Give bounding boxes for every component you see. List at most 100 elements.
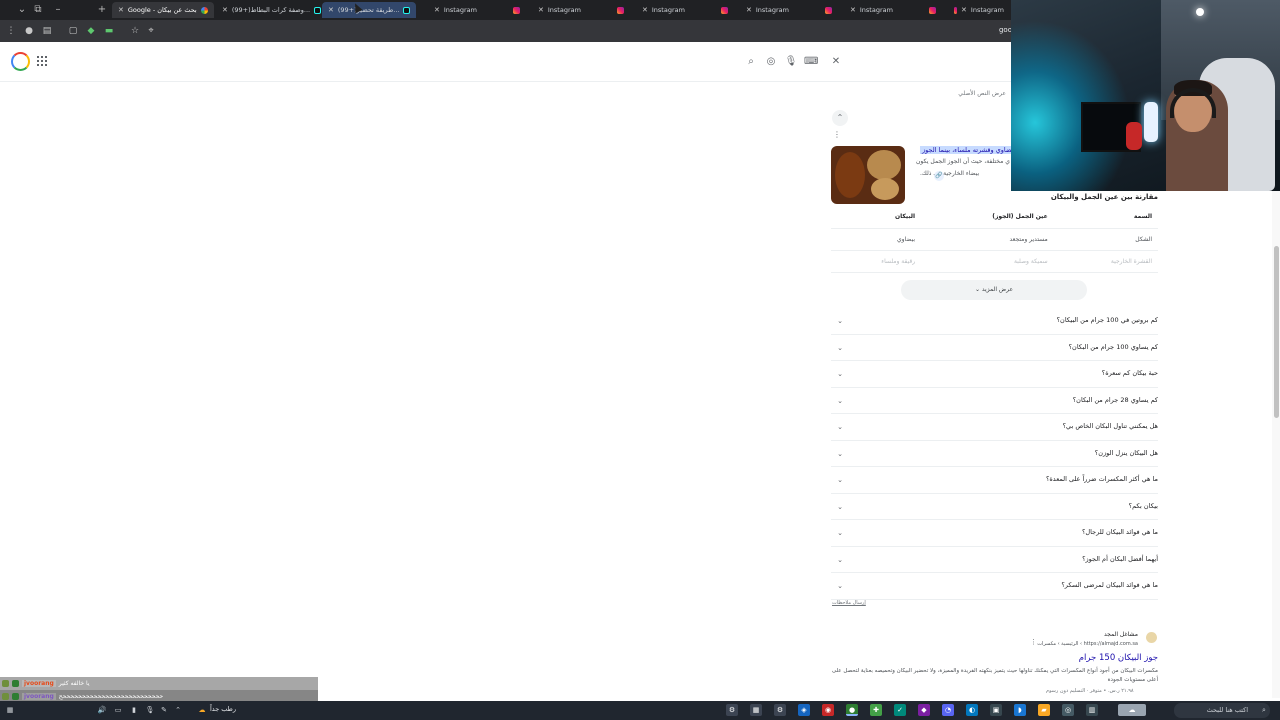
- tab-instagram[interactable]: ✕ Instagram: [740, 2, 838, 18]
- tab-tiktok-1[interactable]: ✕ (99+)وصفة كرات البطاط...: [216, 2, 327, 18]
- close-icon[interactable]: ✕: [118, 6, 124, 14]
- google-apps-icon[interactable]: [37, 56, 47, 66]
- widgets-icon[interactable]: ☁: [1118, 704, 1146, 716]
- app-icon[interactable]: ◆: [918, 704, 930, 716]
- paa-question[interactable]: ما هي فوائد البيكان لمرضى السكر؟ ⌄: [831, 573, 1158, 600]
- show-more-button[interactable]: عرض المزيد ⌄: [901, 280, 1087, 300]
- close-icon[interactable]: ✕: [222, 6, 228, 14]
- app-icon[interactable]: ◉: [822, 704, 834, 716]
- search-icon[interactable]: ⌕: [1258, 704, 1270, 716]
- paa-question[interactable]: هل البيكان ينزل الوزن؟ ⌄: [831, 441, 1158, 467]
- chevron-down-icon[interactable]: ⌄: [833, 420, 847, 434]
- tab-instagram[interactable]: ✕ Instagram: [428, 2, 526, 18]
- close-icon[interactable]: ✕: [434, 6, 440, 14]
- paa-question[interactable]: حبة بيكان كم سعرة؟ ⌄: [831, 361, 1158, 388]
- feedback-link[interactable]: إرسال ملاحظات: [832, 600, 866, 606]
- taskbar-search-box[interactable]: اكتب هنا للبحث: [1174, 703, 1270, 718]
- weather-icon[interactable]: ☁: [196, 704, 208, 716]
- shield-icon[interactable]: ◆: [84, 24, 98, 38]
- close-icon[interactable]: ✕: [642, 6, 648, 14]
- close-icon[interactable]: ✕: [850, 6, 856, 14]
- pen-icon[interactable]: ✎: [158, 704, 170, 716]
- app-icon[interactable]: ▣: [990, 704, 1002, 716]
- app-icon[interactable]: ✓: [894, 704, 906, 716]
- extension-icon[interactable]: ▤: [40, 24, 54, 38]
- paa-question[interactable]: كم بروتين في 100 جرام من البيكان؟ ⌄: [831, 308, 1158, 335]
- scrollbar-thumb[interactable]: [1274, 246, 1279, 418]
- chevron-down-icon[interactable]: ⌄: [833, 473, 847, 487]
- location-pin-icon[interactable]: ⌖: [144, 24, 158, 38]
- keyboard-icon[interactable]: ⌨: [804, 55, 818, 69]
- more-options-icon[interactable]: ⋮: [833, 130, 841, 139]
- search-icon[interactable]: ⌕: [744, 55, 758, 69]
- show-original-text-link[interactable]: عرض النص الأصلي: [958, 90, 1006, 97]
- paa-question[interactable]: ما هي فوائد البيكان للرجال؟ ⌄: [831, 520, 1158, 547]
- speaker-icon[interactable]: 🔊: [96, 704, 108, 716]
- result-site-name[interactable]: مشاغل المجد: [1104, 631, 1138, 638]
- walnut-shape: [867, 150, 901, 180]
- paa-question[interactable]: أيهما أفضل البكان أم الجوز؟ ⌄: [831, 547, 1158, 573]
- tab-search-icon[interactable]: ⌄: [14, 2, 30, 18]
- chevron-up-icon[interactable]: ⌃: [172, 704, 184, 716]
- close-icon[interactable]: ✕: [961, 6, 967, 14]
- paa-question[interactable]: كم يساوي 28 جرام من البكان؟ ⌄: [831, 388, 1158, 414]
- chevron-down-icon[interactable]: ⌄: [833, 579, 847, 593]
- weather-text[interactable]: رطب جداً: [210, 705, 236, 713]
- clear-search-icon[interactable]: ✕: [829, 55, 843, 69]
- close-icon[interactable]: ✕: [328, 6, 334, 14]
- app-icon[interactable]: ✚: [870, 704, 882, 716]
- gear-app-icon[interactable]: ⚙: [774, 704, 786, 716]
- paa-question[interactable]: هل يمكنني تناول البكان الخاص بي؟ ⌄: [831, 414, 1158, 441]
- lens-icon[interactable]: ◎: [764, 55, 778, 69]
- folder-app-icon[interactable]: ▰: [1038, 704, 1050, 716]
- result-url[interactable]: https://almajd.com.sa › الرئيسية › مكسرا…: [1037, 641, 1138, 647]
- chevron-down-icon[interactable]: ⌄: [833, 394, 847, 408]
- chevron-down-icon[interactable]: ⌄: [833, 314, 847, 328]
- edge-app-icon[interactable]: ◗: [1014, 704, 1026, 716]
- paa-question[interactable]: كم يساوي 100 جرام من البكان؟ ⌄: [831, 335, 1158, 361]
- menu-dots-icon[interactable]: ⋮: [4, 24, 18, 38]
- mic-tray-icon[interactable]: 🎙: [144, 704, 156, 716]
- result-title-link[interactable]: جوز البيكان 150 جرام: [1079, 653, 1158, 663]
- chevron-down-icon[interactable]: ⌄: [833, 553, 847, 567]
- tab-tiktok-2[interactable]: ✕ (99+)طريقة تحضير...: [322, 2, 417, 18]
- network-icon[interactable]: ▭: [112, 704, 124, 716]
- discord-app-icon[interactable]: ◔: [942, 704, 954, 716]
- tab-instagram[interactable]: ✕ Instagram: [636, 2, 734, 18]
- tab-instagram[interactable]: ✕ Instagram: [948, 2, 1010, 18]
- chevron-up-icon[interactable]: ⌃: [832, 110, 848, 126]
- tab-instagram[interactable]: ✕ Instagram: [844, 2, 942, 18]
- close-icon[interactable]: ✕: [538, 6, 544, 14]
- account-avatar[interactable]: [11, 52, 30, 71]
- chevron-down-icon[interactable]: ⌄: [833, 341, 847, 355]
- tab-instagram[interactable]: ✕ Instagram: [532, 2, 630, 18]
- app-icon[interactable]: ◐: [966, 704, 978, 716]
- result-options-icon[interactable]: ⋮: [1030, 638, 1037, 646]
- bookmark-star-icon[interactable]: ☆: [128, 24, 142, 38]
- chevron-down-icon[interactable]: ⌄: [833, 447, 847, 461]
- paa-question[interactable]: ما هي أكثر المكسرات ضرراً على المعدة؟ ⌄: [831, 467, 1158, 494]
- battery-icon[interactable]: ▮: [128, 704, 140, 716]
- chevron-down-icon[interactable]: ⌄: [833, 367, 847, 381]
- chevron-down-icon[interactable]: ⌄: [833, 526, 847, 540]
- app-icon[interactable]: ◈: [798, 704, 810, 716]
- sidebar-icon[interactable]: ▢: [66, 24, 80, 38]
- settings-app-icon[interactable]: ⚙: [726, 704, 738, 716]
- profile-icon[interactable]: ●: [22, 24, 36, 38]
- store-app-icon[interactable]: ▦: [750, 704, 762, 716]
- clock-icon[interactable]: ▦: [4, 704, 16, 716]
- paa-question[interactable]: بيكان بكم؟ ⌄: [831, 494, 1158, 520]
- nuts-image[interactable]: [831, 146, 905, 204]
- extension-green-icon[interactable]: ▬: [102, 24, 116, 38]
- restore-icon[interactable]: ⧉: [30, 2, 46, 18]
- chrome-app-icon[interactable]: ●: [846, 704, 858, 716]
- link-icon[interactable]: 🔗: [934, 171, 944, 181]
- chevron-down-icon[interactable]: ⌄: [833, 500, 847, 514]
- microphone-icon[interactable]: 🎙: [784, 55, 798, 69]
- app-icon[interactable]: ◎: [1062, 704, 1074, 716]
- close-icon[interactable]: ✕: [746, 6, 752, 14]
- new-tab-icon[interactable]: +: [94, 2, 110, 18]
- task-view-icon[interactable]: ▥: [1086, 704, 1098, 716]
- tab-google-search[interactable]: ✕ Google - بحث عن بيكان: [112, 2, 214, 18]
- minimize-icon[interactable]: –: [50, 2, 66, 18]
